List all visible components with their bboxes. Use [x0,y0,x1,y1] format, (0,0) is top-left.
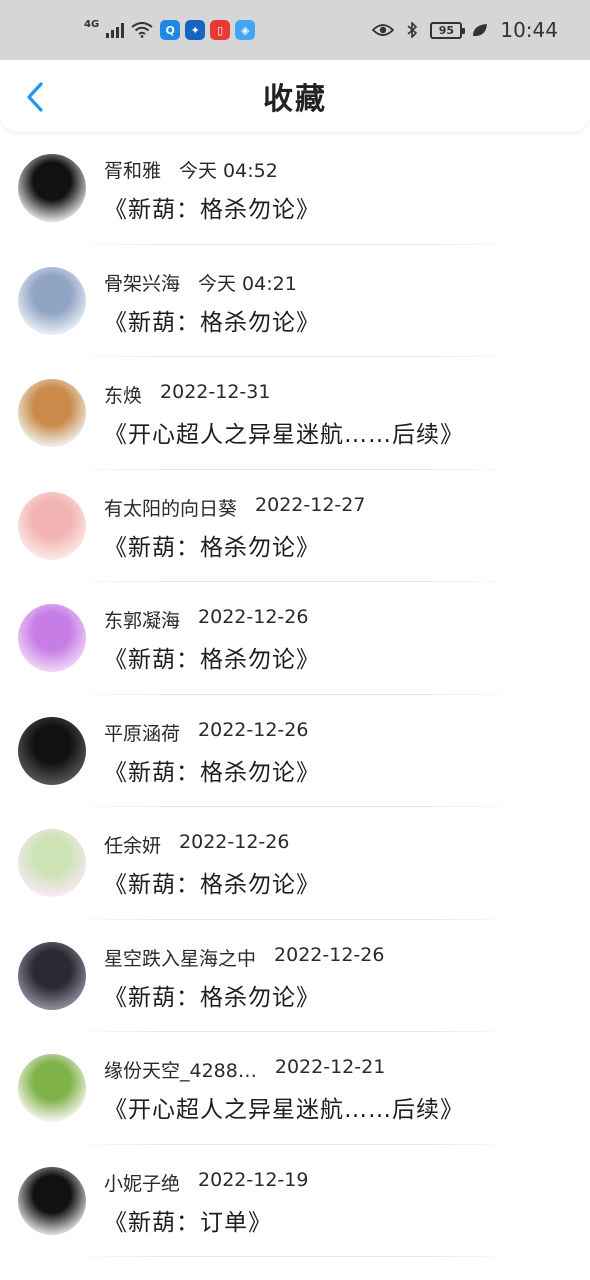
chevron-left-icon [27,82,43,112]
item-meta: 任余妍 2022-12-26 [104,831,289,858]
avatar[interactable] [18,941,86,1010]
list-item[interactable]: 骨架兴海 今天 04:21 《新葫：格杀勿论》 [0,245,590,357]
timestamp: 2022-12-26 [198,606,309,628]
list-item[interactable]: 有太阳的向日葵 2022-12-27 《新葫：格杀勿论》 [0,470,590,582]
avatar[interactable] [18,829,86,897]
battery-icon: 95 [430,21,466,39]
notification-app-icons: Q ✦ ▯ ◈ [160,20,256,40]
item-meta: 东焕 2022-12-31 [104,381,270,408]
timestamp: 2022-12-19 [198,1168,309,1191]
item-meta: 小妮子绝 2022-12-19 [104,1169,308,1196]
work-title[interactable]: 《新葫：格杀勿论》 [104,303,320,337]
avatar[interactable] [18,266,86,335]
timestamp: 2022-12-26 [198,718,309,741]
item-meta: 星空跌入星海之中 2022-12-26 [104,944,384,971]
search-app-icon: Q [160,20,181,40]
timestamp: 2022-12-26 [179,831,290,853]
list-item[interactable]: 星空跌入星海之中 2022-12-26 《新葫：格杀勿论》 [0,920,590,1032]
work-title[interactable]: 《新葫：格杀勿论》 [104,190,320,224]
signal-icon [106,22,125,38]
username[interactable]: 胥和雅 [104,156,161,183]
username[interactable]: 缘份天空_4288… [104,1056,257,1083]
timestamp: 今天 04:21 [198,272,297,295]
work-title[interactable]: 《新葫：格杀勿论》 [104,528,320,562]
list-item[interactable]: 平原涵荷 2022-12-26 《新葫：格杀勿论》 [0,695,590,807]
compass-app-icon: ◈ [235,20,256,40]
item-meta: 有太阳的向日葵 2022-12-27 [104,494,365,521]
back-button[interactable] [20,80,50,114]
timestamp: 2022-12-27 [255,493,366,516]
list-item[interactable]: 任余妍 2022-12-26 《新葫：格杀勿论》 [0,807,590,920]
book-app-icon: ▯ [210,20,231,40]
avatar[interactable] [18,716,86,785]
timestamp: 2022-12-21 [274,1056,386,1078]
avatar[interactable] [18,1166,86,1235]
work-title[interactable]: 《新葫：订单》 [104,1203,272,1237]
status-left: 4G Q ✦ ▯ ◈ [84,18,256,40]
username[interactable]: 东郭凝海 [104,606,180,633]
work-title[interactable]: 《新葫：格杀勿论》 [104,865,320,899]
avatar[interactable] [18,491,86,560]
battery-level: 95 [438,23,455,37]
bluetooth-icon [407,22,418,38]
favorites-list: 胥和雅 今天 04:52 《新葫：格杀勿论》 骨架兴海 今天 04:21 《新葫：格杀勿论… [0,132,590,1257]
list-item[interactable]: 东郭凝海 2022-12-26 《新葫：格杀勿论》 [0,582,590,695]
avatar[interactable] [18,604,86,672]
timestamp: 2022-12-26 [274,943,385,966]
list-item[interactable]: 小妮子绝 2022-12-19 《新葫：订单》 [0,1145,590,1257]
item-meta: 东郭凝海 2022-12-26 [104,606,308,633]
avatar[interactable] [18,379,86,447]
avatar[interactable] [18,154,86,222]
item-meta: 胥和雅 今天 04:52 [104,156,278,183]
eye-icon [372,24,395,36]
work-title[interactable]: 《新葫：格杀勿论》 [104,753,320,787]
timestamp: 2022-12-31 [160,381,271,403]
status-bar: 4G Q ✦ ▯ ◈ 95 10:44 [0,0,590,60]
wifi-icon [131,22,153,38]
username[interactable]: 骨架兴海 [104,269,180,296]
list-item[interactable]: 胥和雅 今天 04:52 《新葫：格杀勿论》 [0,132,590,245]
work-title[interactable]: 《开心超人之异星迷航……后续》 [104,415,464,449]
work-title[interactable]: 《新葫：格杀勿论》 [104,978,320,1012]
item-meta: 平原涵荷 2022-12-26 [104,719,308,746]
username[interactable]: 东焕 [104,381,142,408]
header: 收藏 [0,60,590,132]
username[interactable]: 星空跌入星海之中 [104,944,256,971]
work-title[interactable]: 《开心超人之异星迷航……后续》 [104,1090,464,1124]
item-meta: 骨架兴海 今天 04:21 [104,269,297,296]
item-meta: 缘份天空_4288… 2022-12-21 [104,1056,385,1083]
username[interactable]: 小妮子绝 [104,1169,180,1196]
timestamp: 今天 04:52 [179,160,278,182]
bulb-app-icon: ✦ [185,20,206,40]
divider [70,1256,520,1257]
page-title: 收藏 [263,82,327,117]
username[interactable]: 平原涵荷 [104,719,180,746]
work-title[interactable]: 《新葫：格杀勿论》 [104,640,320,674]
list-item[interactable]: 东焕 2022-12-31 《开心超人之异星迷航……后续》 [0,357,590,470]
avatar[interactable] [18,1054,86,1122]
leaf-icon [473,24,488,36]
network-type: 4G [84,18,100,30]
clock: 10:44 [500,18,558,42]
username[interactable]: 任余妍 [104,831,161,858]
list-item[interactable]: 缘份天空_4288… 2022-12-21 《开心超人之异星迷航……后续》 [0,1032,590,1145]
username[interactable]: 有太阳的向日葵 [104,494,237,521]
status-right: 95 10:44 [372,18,558,42]
